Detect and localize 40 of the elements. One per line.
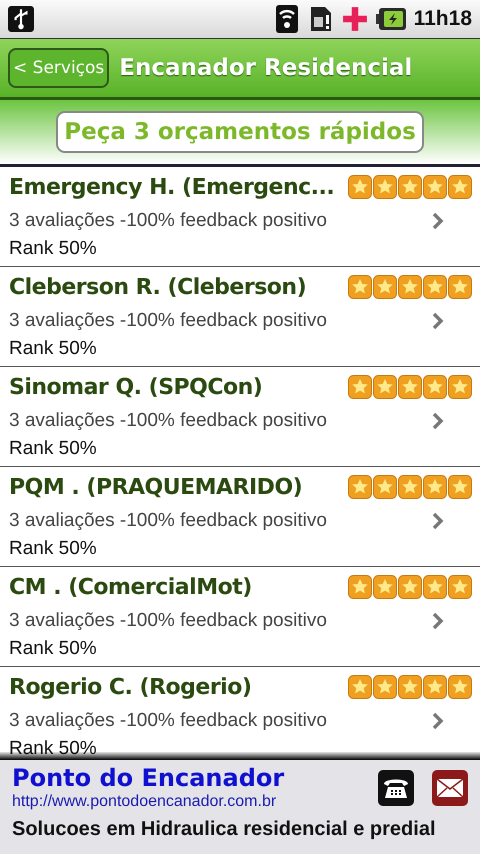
review-summary: 3 avaliações -100% feedback positivo — [9, 510, 327, 532]
chevron-icon — [431, 212, 444, 230]
provider-row[interactable]: PQM . (PRAQUEMARIDO) 3 avaliações -100% feedback positivo Rank 50% — [0, 467, 480, 567]
telephone-icon[interactable] — [378, 770, 414, 806]
provider-row[interactable]: Sinomar Q. (SPQCon) 3 avaliações -100% feedback positivo Rank 50% — [0, 367, 480, 467]
provider-name: Rogerio C. (Rogerio) — [9, 674, 252, 700]
provider-name: CM . (ComercialMot) — [9, 574, 252, 600]
usb-icon — [8, 5, 34, 33]
review-summary: 3 avaliações -100% feedback positivo — [9, 410, 327, 432]
plus-icon — [342, 5, 368, 33]
screen-title: Encanador Residencial — [119, 55, 412, 81]
ad-link[interactable]: http://www.pontodoencanador.com.br — [12, 792, 360, 812]
chevron-icon — [431, 712, 444, 730]
provider-name: Emergency H. (Emergenc... — [9, 174, 334, 200]
provider-name: Cleberson R. (Cleberson) — [9, 274, 306, 300]
provider-row[interactable]: CM . (ComercialMot) 3 avaliações -100% feedback positivo Rank 50% — [0, 567, 480, 667]
ad-title: Ponto do Encanador — [12, 764, 286, 792]
chevron-icon — [431, 512, 444, 530]
provider-name: PQM . (PRAQUEMARIDO) — [9, 474, 302, 500]
rank-text: Rank 50% — [9, 338, 97, 360]
rank-text: Rank 50% — [9, 538, 97, 560]
battery-icon — [376, 5, 406, 33]
review-summary: 3 avaliações -100% feedback positivo — [9, 310, 327, 332]
provider-row[interactable]: Emergency H. (Emergenc... 3 avaliações -100% feedback positivo Rank 50% — [0, 167, 480, 267]
rank-text: Rank 50% — [9, 638, 97, 660]
rank-text: Rank 50% — [9, 238, 97, 260]
chevron-icon — [431, 612, 444, 630]
status-time: 11h18 — [414, 7, 472, 31]
rank-text: Rank 50% — [9, 438, 97, 460]
provider-name: Sinomar Q. (SPQCon) — [9, 374, 262, 400]
review-summary: 3 avaliações -100% feedback positivo — [9, 710, 327, 732]
wifi-icon — [274, 5, 300, 33]
provider-row[interactable]: Cleberson R. (Cleberson) 3 avaliações -100% feedback positivo Rank 50% — [0, 267, 480, 367]
chevron-icon — [431, 412, 444, 430]
review-summary: 3 avaliações -100% feedback positivo — [9, 610, 327, 632]
review-summary: 3 avaliações -100% feedback positivo — [9, 210, 327, 232]
envelope-icon[interactable] — [432, 770, 468, 806]
rank-text: Rank 50% — [9, 738, 97, 760]
chevron-icon — [431, 312, 444, 330]
ad-tagline: Solucoes em Hidraulica residencial e predial — [12, 817, 436, 842]
